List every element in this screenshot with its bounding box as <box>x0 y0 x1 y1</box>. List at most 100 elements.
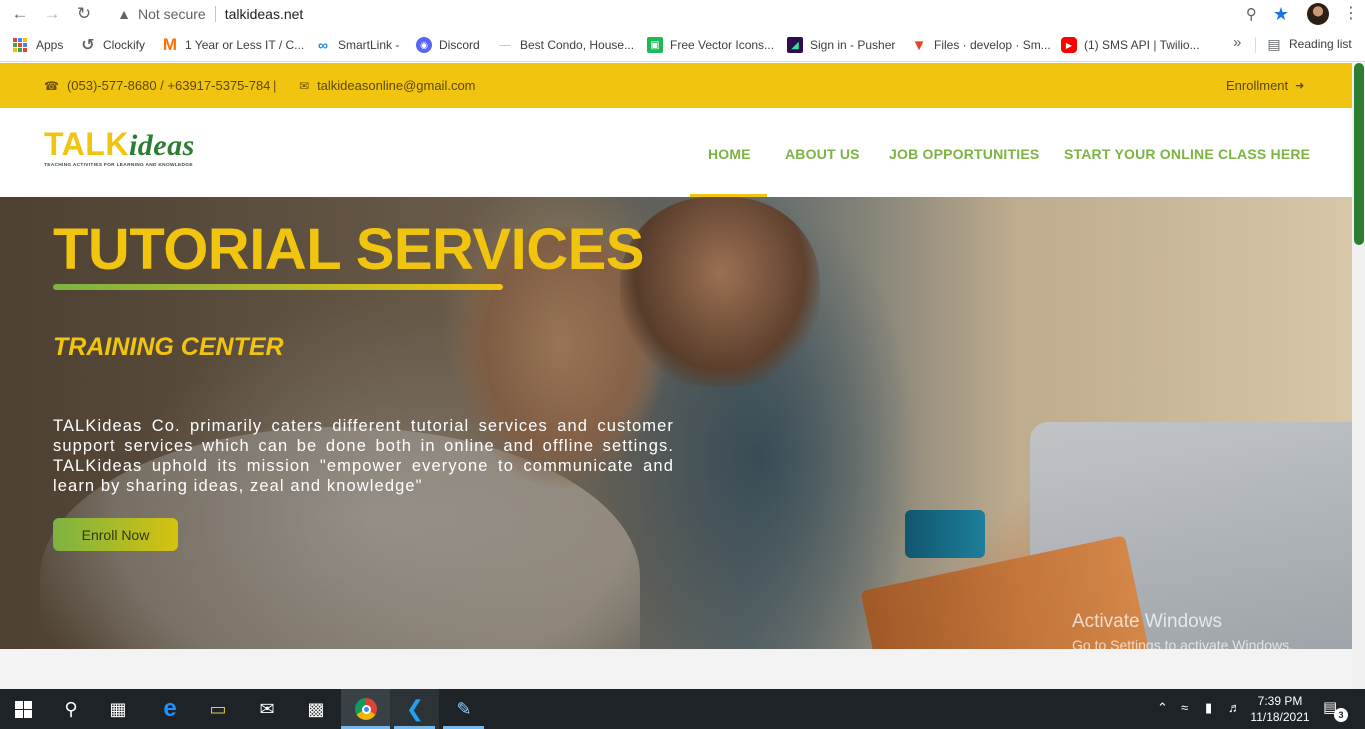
screen: ← → ↻ ▲ Not secure talkideas.net ⚲ ★ ⋮ A… <box>0 0 1365 729</box>
profile-avatar[interactable] <box>1307 3 1329 25</box>
volume-icon[interactable]: ♬ <box>1228 700 1241 715</box>
bookmark-gitlab[interactable]: ▼ Files · develop · Sm... <box>911 36 1051 54</box>
search-icon[interactable]: ⚲ <box>59 697 83 721</box>
gitlab-icon: ▼ <box>911 36 927 54</box>
mail-icon[interactable]: ✉ <box>255 697 279 721</box>
talkideas-logo[interactable]: TALKideas TEACHING ACTIVITIES FOR LEARNI… <box>44 128 195 168</box>
bookmark-star-icon[interactable]: ★ <box>1273 4 1289 25</box>
bookmark-label: (1) SMS API | Twilio... <box>1084 38 1200 52</box>
address-bar-actions: ⚲ ★ ⋮ <box>1246 3 1359 25</box>
enroll-now-button[interactable]: Enroll Now <box>53 518 178 551</box>
enrollment-link[interactable]: Enrollment ➜ <box>1226 78 1304 93</box>
email-contact[interactable]: ✉ talkideasonline@gmail.com <box>299 78 476 93</box>
zoom-icon[interactable]: ⚲ <box>1246 5 1257 23</box>
bookmark-label: Files · develop · Sm... <box>934 38 1051 52</box>
battery-icon[interactable]: ▮ <box>1205 700 1212 716</box>
not-secure-label[interactable]: Not secure <box>138 6 206 22</box>
vscode-icon[interactable]: ❮ <box>403 696 427 721</box>
windows-start-icon[interactable] <box>11 697 35 721</box>
file-explorer-icon[interactable]: ▭ <box>206 697 230 721</box>
condo-icon: ── <box>499 40 511 50</box>
hero-banner: TUTORIAL SERVICES TRAINING CENTER TALKid… <box>0 197 1352 649</box>
pusher-icon: ◢ <box>787 37 803 53</box>
nav-job-opportunities[interactable]: JOB OPPORTUNITIES <box>889 146 1039 162</box>
url-text[interactable]: talkideas.net <box>225 6 304 22</box>
browser-menu-icon[interactable]: ⋮ <box>1343 6 1359 22</box>
enrollment-label[interactable]: Enrollment <box>1226 78 1288 93</box>
notification-count-badge: 3 <box>1334 708 1348 722</box>
clockify-icon: ↺ <box>81 37 95 54</box>
link-icon: ∞ <box>318 37 328 53</box>
windows-taskbar: ⚲ ▦ e ▭ ✉ ▩ ❮ ✎ ⌃ ≈ ▮ ♬ 7:39 PM 11/18/20… <box>0 689 1365 729</box>
phone-contact: ☎ (053)-577-8680 / +63917-5375-784 <box>44 78 270 93</box>
warning-triangle-icon[interactable]: ▲ <box>115 6 133 22</box>
envelope-icon: ✉ <box>299 78 310 93</box>
clock-time: 7:39 PM <box>1257 694 1303 708</box>
reading-list-icon: ▤ <box>1267 35 1281 52</box>
windows-logo-icon <box>14 700 32 718</box>
apps-grid-icon <box>13 38 27 52</box>
contact-separator: | <box>273 78 277 93</box>
task-view-icon[interactable]: ▦ <box>106 697 130 721</box>
back-arrow-icon[interactable]: ← <box>9 3 31 25</box>
bookmark-label: Clockify <box>103 38 146 52</box>
forward-arrow-icon[interactable]: → <box>41 3 63 25</box>
bookmarks-divider <box>1255 37 1256 53</box>
bookmark-label: Best Condo, House... <box>520 38 635 52</box>
hero-title-underline <box>53 284 503 290</box>
phone-icon: ☎ <box>44 78 59 93</box>
bookmark-label: Apps <box>36 38 64 52</box>
bookmark-twilio[interactable]: ▶ (1) SMS API | Twilio... <box>1061 36 1200 54</box>
discord-icon: ◉ <box>416 37 432 53</box>
bookmark-discord[interactable]: ◉ Discord <box>416 36 480 54</box>
activate-windows-subtitle: Go to Settings to activate Windows. <box>1072 637 1293 649</box>
bookmark-label: Discord <box>439 38 480 52</box>
chrome-icon[interactable] <box>354 697 378 721</box>
bookmark-condo[interactable]: ── Best Condo, House... <box>497 36 634 54</box>
bookmark-smartlink[interactable]: ∞ SmartLink - <box>315 36 399 54</box>
chevron-up-icon[interactable]: ⌃ <box>1157 700 1168 716</box>
notification-center[interactable]: ▤ 3 <box>1323 698 1348 722</box>
bookmark-pusher[interactable]: ◢ Sign in - Pusher <box>787 36 895 54</box>
next-section <box>0 649 1352 689</box>
sign-in-arrow-icon: ➜ <box>1295 80 1305 92</box>
nav-home[interactable]: HOME <box>708 146 751 162</box>
logo-wordmark: TALKideas <box>44 128 195 162</box>
m-logo-icon: M <box>162 35 178 54</box>
bookmark-label: SmartLink - <box>338 38 400 52</box>
reading-list-button[interactable]: ▤ Reading list <box>1266 35 1352 52</box>
chrome-logo-icon <box>355 698 377 720</box>
bookmark-clockify[interactable]: ↺ Clockify <box>80 36 145 54</box>
site-header: TALKideas TEACHING ACTIVITIES FOR LEARNI… <box>0 108 1352 197</box>
hero-title: TUTORIAL SERVICES <box>53 217 644 282</box>
edge-icon[interactable]: e <box>158 695 182 722</box>
contact-bar: ☎ (053)-577-8680 / +63917-5375-784 | ✉ t… <box>0 63 1352 108</box>
wifi-icon[interactable]: ≈ <box>1181 700 1188 715</box>
more-bookmarks-icon[interactable]: » <box>1233 34 1241 51</box>
activate-windows-title: Activate Windows <box>1072 611 1222 632</box>
taskbar-clock[interactable]: 7:39 PM 11/18/2021 <box>1250 693 1310 725</box>
bookmarks-bar: Apps ↺ Clockify M 1 Year or Less IT / C.… <box>0 28 1365 62</box>
bookmark-label: Free Vector Icons... <box>670 38 775 52</box>
bookmark-it-course[interactable]: M 1 Year or Less IT / C... <box>162 35 305 54</box>
vector-icons-icon: ▣ <box>647 37 663 53</box>
bookmark-apps[interactable]: Apps <box>13 36 63 54</box>
url-field[interactable]: ▲ Not secure talkideas.net <box>115 0 1246 28</box>
nav-start-online-class[interactable]: START YOUR ONLINE CLASS HERE <box>1064 146 1310 162</box>
clock-date: 11/18/2021 <box>1250 710 1310 724</box>
scrollbar-thumb[interactable] <box>1354 63 1364 245</box>
bookmark-vector-icons[interactable]: ▣ Free Vector Icons... <box>647 36 774 54</box>
email-text[interactable]: talkideasonline@gmail.com <box>317 78 475 93</box>
page-scrollbar[interactable] <box>1352 63 1365 689</box>
hero-description: TALKideas Co. primarily caters different… <box>53 417 674 495</box>
bookmark-label: 1 Year or Less IT / C... <box>185 38 305 52</box>
nav-about-us[interactable]: ABOUT US <box>785 146 860 162</box>
bookmark-label: Sign in - Pusher <box>810 38 896 52</box>
hero-subtitle: TRAINING CENTER <box>53 333 284 361</box>
reading-list-label: Reading list <box>1289 37 1352 51</box>
store-icon[interactable]: ▩ <box>304 697 328 721</box>
youtube-icon: ▶ <box>1061 37 1077 53</box>
reload-icon[interactable]: ↻ <box>73 3 95 25</box>
browser-address-bar: ← → ↻ ▲ Not secure talkideas.net ⚲ ★ ⋮ <box>0 0 1365 28</box>
paint-icon[interactable]: ✎ <box>452 697 476 721</box>
